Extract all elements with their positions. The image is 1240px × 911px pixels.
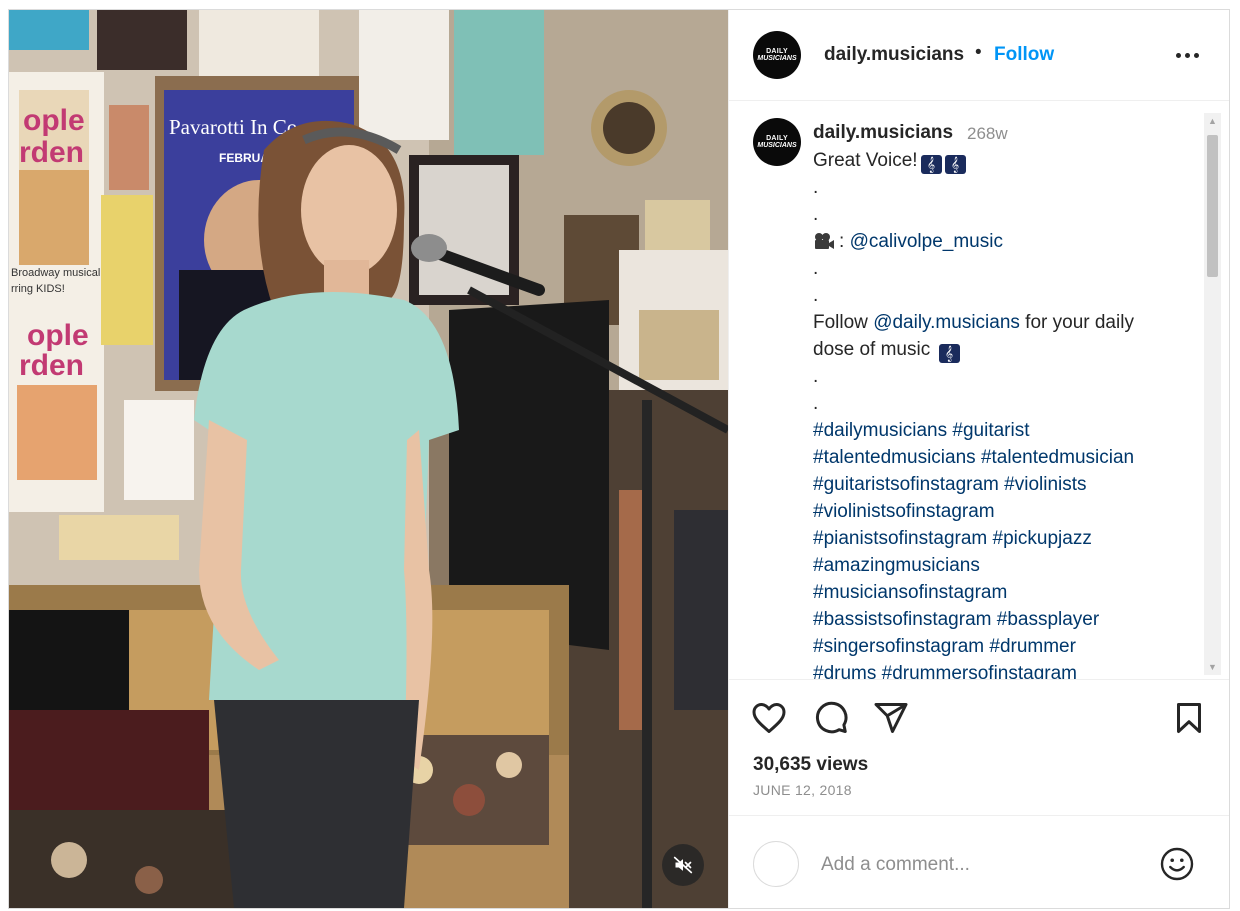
hashtag-row: #pianistsofinstagram #pickupjazz [813, 525, 1193, 552]
poster-text-e: Broadway musical [11, 267, 100, 279]
scroll-down-arrow-icon[interactable]: ▼ [1204, 659, 1221, 675]
hashtag-link[interactable]: #bassistsofinstagram [813, 609, 991, 630]
hashtag-row: #drums #drummersofinstagram [813, 660, 1193, 679]
post-header: DAILY MUSICIANS daily.musicians • Follow [729, 10, 1229, 101]
hashtag-row: #violinistsofinstagram [813, 498, 1193, 525]
hashtag-link[interactable]: #drummersofinstagram [882, 663, 1077, 679]
caption-timestamp[interactable]: 268w [967, 124, 1008, 144]
follow-suffix-text: for your daily [1025, 312, 1134, 333]
caption-dot: . [813, 285, 819, 306]
post-dialog: ople rden Broadway musical rring KIDS! o… [8, 9, 1230, 909]
hashtag-row: #singersofinstagram #drummer [813, 633, 1193, 660]
hashtag-link[interactable]: #musiciansofinstagram [813, 582, 1007, 603]
video-frame: ople rden Broadway musical rring KIDS! o… [9, 10, 728, 908]
caption-dot: . [813, 366, 819, 387]
comment-icon[interactable] [813, 700, 849, 736]
hashtag-link[interactable]: #dailymusicians [813, 420, 947, 441]
caption-dot: . [813, 177, 819, 198]
scroll-thumb[interactable] [1207, 135, 1218, 277]
hashtag-link[interactable]: #guitarist [952, 420, 1029, 441]
hashtag-link[interactable]: #pickupjazz [993, 528, 1092, 549]
comment-composer [729, 815, 1229, 908]
poster-text-f: rring KIDS! [11, 283, 65, 295]
caption-scrollbar[interactable]: ▲ ▼ [1204, 113, 1221, 675]
mention-link[interactable]: @calivolpe_music [850, 231, 1003, 252]
hashtag-link[interactable]: #singersofinstagram [813, 636, 984, 657]
view-count: 30,635 views [753, 754, 869, 775]
caption-username[interactable]: daily.musicians [813, 122, 953, 144]
hashtag-link[interactable]: #pianistsofinstagram [813, 528, 987, 549]
hashtag-row: #bassistsofinstagram #bassplayer [813, 606, 1193, 633]
movie-camera-icon [815, 233, 834, 249]
hashtag-link[interactable]: #drummer [989, 636, 1076, 657]
poster-text-c: ople [27, 319, 89, 352]
hashtag-link[interactable]: #guitaristsofinstagram [813, 474, 999, 495]
hashtag-link[interactable]: #talentedmusicians [813, 447, 976, 468]
bookmark-icon[interactable] [1171, 700, 1207, 736]
video-player[interactable]: ople rden Broadway musical rring KIDS! o… [9, 10, 728, 908]
comment-input[interactable] [819, 846, 1143, 884]
caption-dot: . [813, 258, 819, 279]
speaker-muted-icon [673, 856, 693, 874]
caption-avatar[interactable]: DAILY MUSICIANS [753, 118, 801, 166]
mute-button[interactable] [662, 844, 704, 886]
heart-icon[interactable] [751, 700, 787, 736]
post-date[interactable]: JUNE 12, 2018 [753, 782, 852, 798]
post-side-panel: DAILY MUSICIANS daily.musicians • Follow… [728, 10, 1229, 908]
hashtag-row: #dailymusicians #guitarist [813, 417, 1193, 444]
account-username[interactable]: daily.musicians [824, 44, 964, 66]
hashtag-link[interactable]: #amazingmusicians [813, 555, 980, 576]
account-avatar[interactable]: DAILY MUSICIANS [753, 31, 801, 79]
music-clef-icon: 𝄞 [944, 155, 966, 174]
follow-prefix-text: Follow [813, 312, 868, 333]
music-clef-icon: 𝄞 [920, 155, 942, 174]
hashtag-link[interactable]: #violinists [1004, 474, 1086, 495]
caption-dot: . [813, 204, 819, 225]
smiley-icon[interactable] [1159, 846, 1195, 882]
caption-section: DAILY MUSICIANS daily.musicians 268w Gre… [729, 101, 1229, 679]
caption-text: Great Voice! 𝄞 𝄞 . . : @calivolpe_music . … [813, 147, 1193, 679]
poster-text-b: rden [19, 136, 84, 169]
avatar-text-line1: DAILY [766, 48, 788, 55]
hashtag-link[interactable]: #drums [813, 663, 876, 679]
music-clef-icon: 𝄞 [938, 344, 960, 363]
more-options-icon[interactable] [1172, 40, 1202, 70]
poster-pavarotti-title: Pavarotti In Co [169, 115, 297, 139]
caption-dot: . [813, 393, 819, 414]
separator-dot: • [975, 42, 982, 63]
avatar-text-line2: MUSICIANS [757, 142, 797, 149]
hashtag-row: #amazingmusicians [813, 552, 1193, 579]
scroll-up-arrow-icon[interactable]: ▲ [1204, 113, 1221, 129]
credit-prefix: : [839, 231, 845, 252]
avatar-text-line2: MUSICIANS [757, 55, 797, 62]
follow-suffix-text: dose of music [813, 339, 931, 360]
hashtag-row: #talentedmusicians #talentedmusician [813, 444, 1193, 471]
avatar-text-line1: DAILY [766, 135, 788, 142]
poster-text-a: ople [23, 104, 85, 137]
post-actions: 30,635 views JUNE 12, 2018 [729, 679, 1229, 815]
hashtag-row: #guitaristsofinstagram #violinists [813, 471, 1193, 498]
hashtag-list: #dailymusicians #guitarist #talentedmusic… [813, 417, 1193, 679]
caption-line-1: Great Voice! [813, 150, 918, 171]
follow-button[interactable]: Follow [994, 44, 1054, 66]
hashtag-link[interactable]: #talentedmusician [981, 447, 1134, 468]
hashtag-row: #musiciansofinstagram [813, 579, 1193, 606]
paper-plane-icon[interactable] [873, 700, 909, 736]
hashtag-link[interactable]: #violinistsofinstagram [813, 501, 995, 522]
poster-text-d: rden [19, 349, 84, 382]
mention-link[interactable]: @daily.musicians [873, 312, 1020, 333]
hashtag-link[interactable]: #bassplayer [997, 609, 1099, 630]
user-avatar [753, 841, 799, 887]
